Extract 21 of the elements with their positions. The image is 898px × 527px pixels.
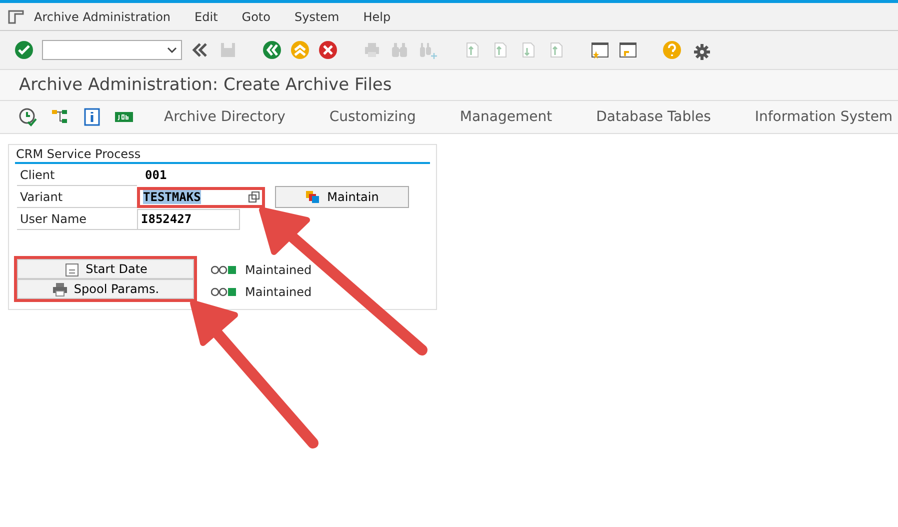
- menu-item[interactable]: System: [294, 10, 352, 24]
- field-value: 001: [144, 168, 167, 182]
- screen-title: Archive Administration: Create Archive Files: [0, 70, 898, 101]
- field-label: Client: [17, 164, 137, 186]
- input-field[interactable]: TESTMAKS: [137, 186, 265, 208]
- group-title: CRM Service Process: [15, 147, 430, 164]
- toolbar-button[interactable]: Customizing: [329, 109, 416, 125]
- menu-item[interactable]: Edit: [194, 10, 230, 24]
- menu-item[interactable]: Help: [363, 10, 403, 24]
- menu-item[interactable]: Goto: [242, 10, 282, 24]
- toolbar-button[interactable]: Database Tables: [596, 109, 711, 125]
- action-button[interactable]: Start Date: [17, 259, 194, 279]
- input-field[interactable]: I852427: [137, 208, 240, 230]
- maintain-button[interactable]: Maintain: [275, 186, 409, 208]
- toolbar-button[interactable]: Archive Directory: [164, 109, 286, 125]
- status-text: Maintained: [245, 263, 312, 277]
- toolbar-button[interactable]: Management: [460, 109, 552, 125]
- toolbar-button[interactable]: Information System: [754, 109, 893, 125]
- status-text: Maintained: [245, 285, 312, 299]
- action-button[interactable]: Spool Params.: [17, 279, 194, 299]
- menu-item[interactable]: Archive Administration: [34, 10, 183, 24]
